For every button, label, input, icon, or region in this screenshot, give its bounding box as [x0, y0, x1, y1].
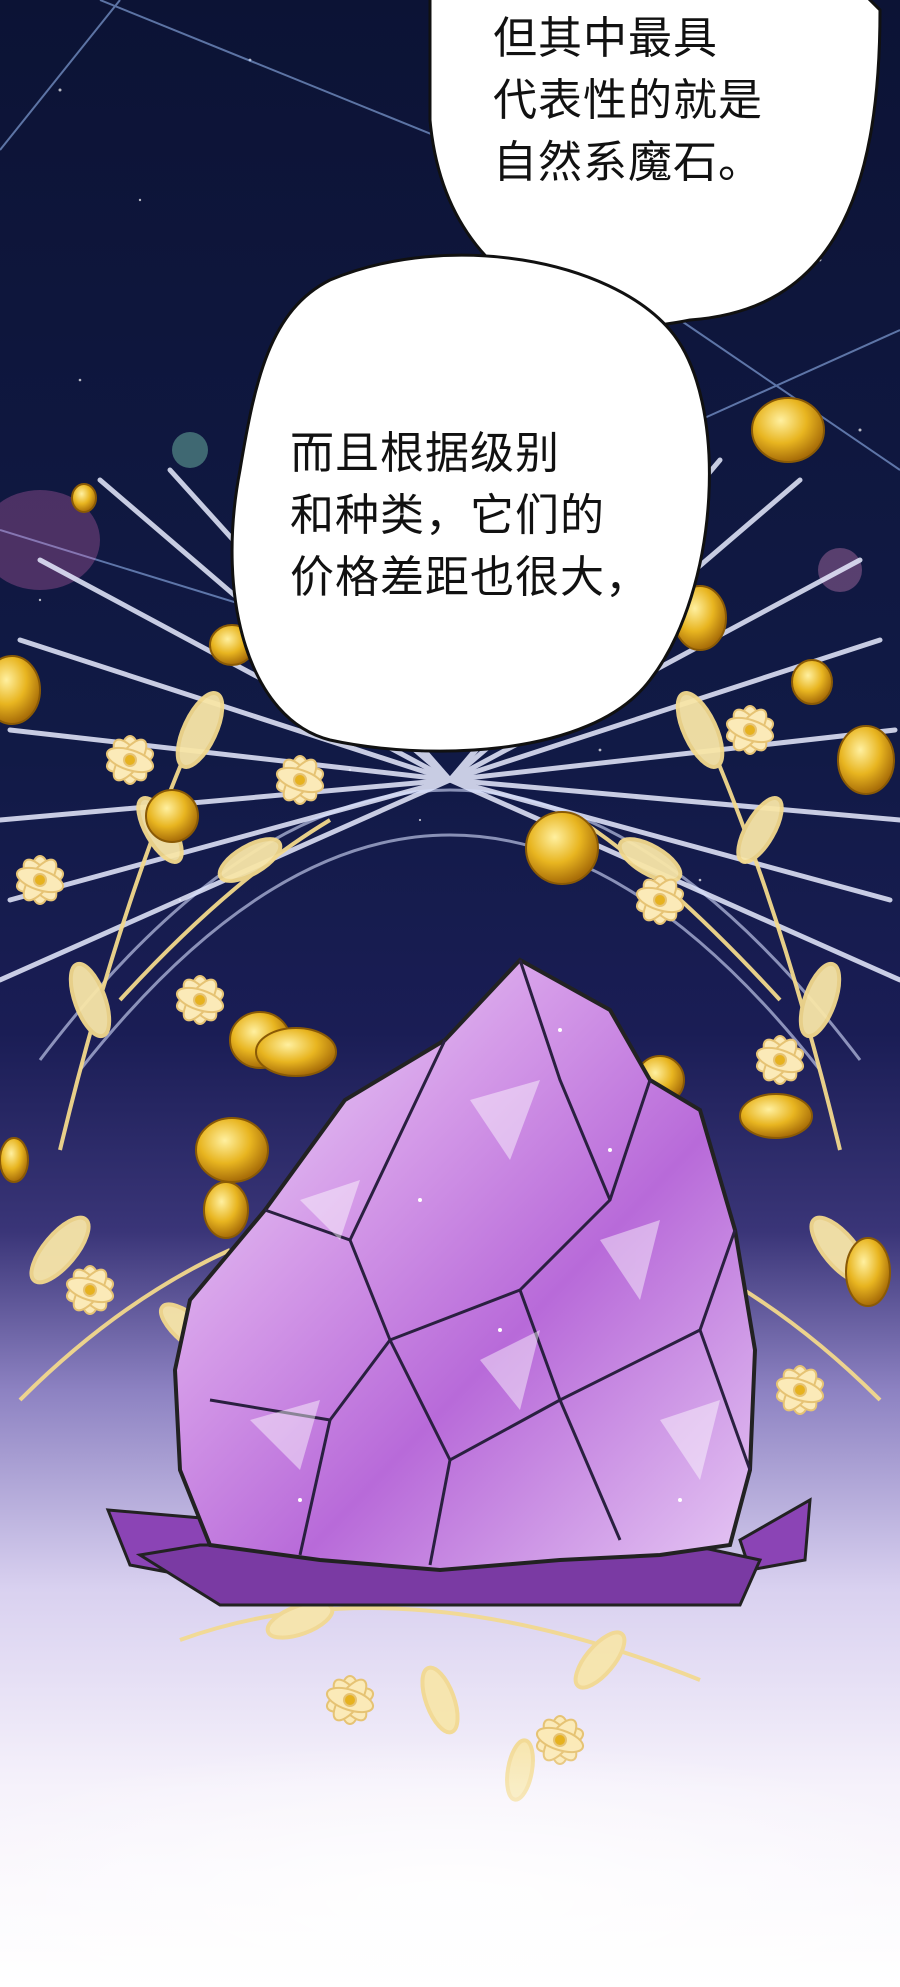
bubble-1-line-3: 自然系魔石。	[493, 137, 763, 188]
bubble-2-line-3: 价格差距也很大，	[290, 552, 650, 603]
mist	[0, 1740, 900, 1987]
bubble-1-line-1: 但其中最具	[493, 13, 718, 64]
bubble-2-line-1: 而且根据级别	[290, 428, 560, 479]
comic-panel: 但其中最具 代表性的就是 自然系魔石。 而且根据级别 和种类，它们的 价格差距也…	[0, 0, 900, 1987]
panel-artwork	[0, 0, 900, 1987]
speech-bubble-1-text: 但其中最具 代表性的就是 自然系魔石。	[493, 8, 763, 194]
bubble-1-line-2: 代表性的就是	[493, 75, 763, 126]
bubble-2-line-2: 和种类，它们的	[290, 490, 605, 541]
speech-bubble-2-text: 而且根据级别 和种类，它们的 价格差距也很大，	[290, 423, 650, 609]
crystal-stone	[105, 957, 812, 1607]
